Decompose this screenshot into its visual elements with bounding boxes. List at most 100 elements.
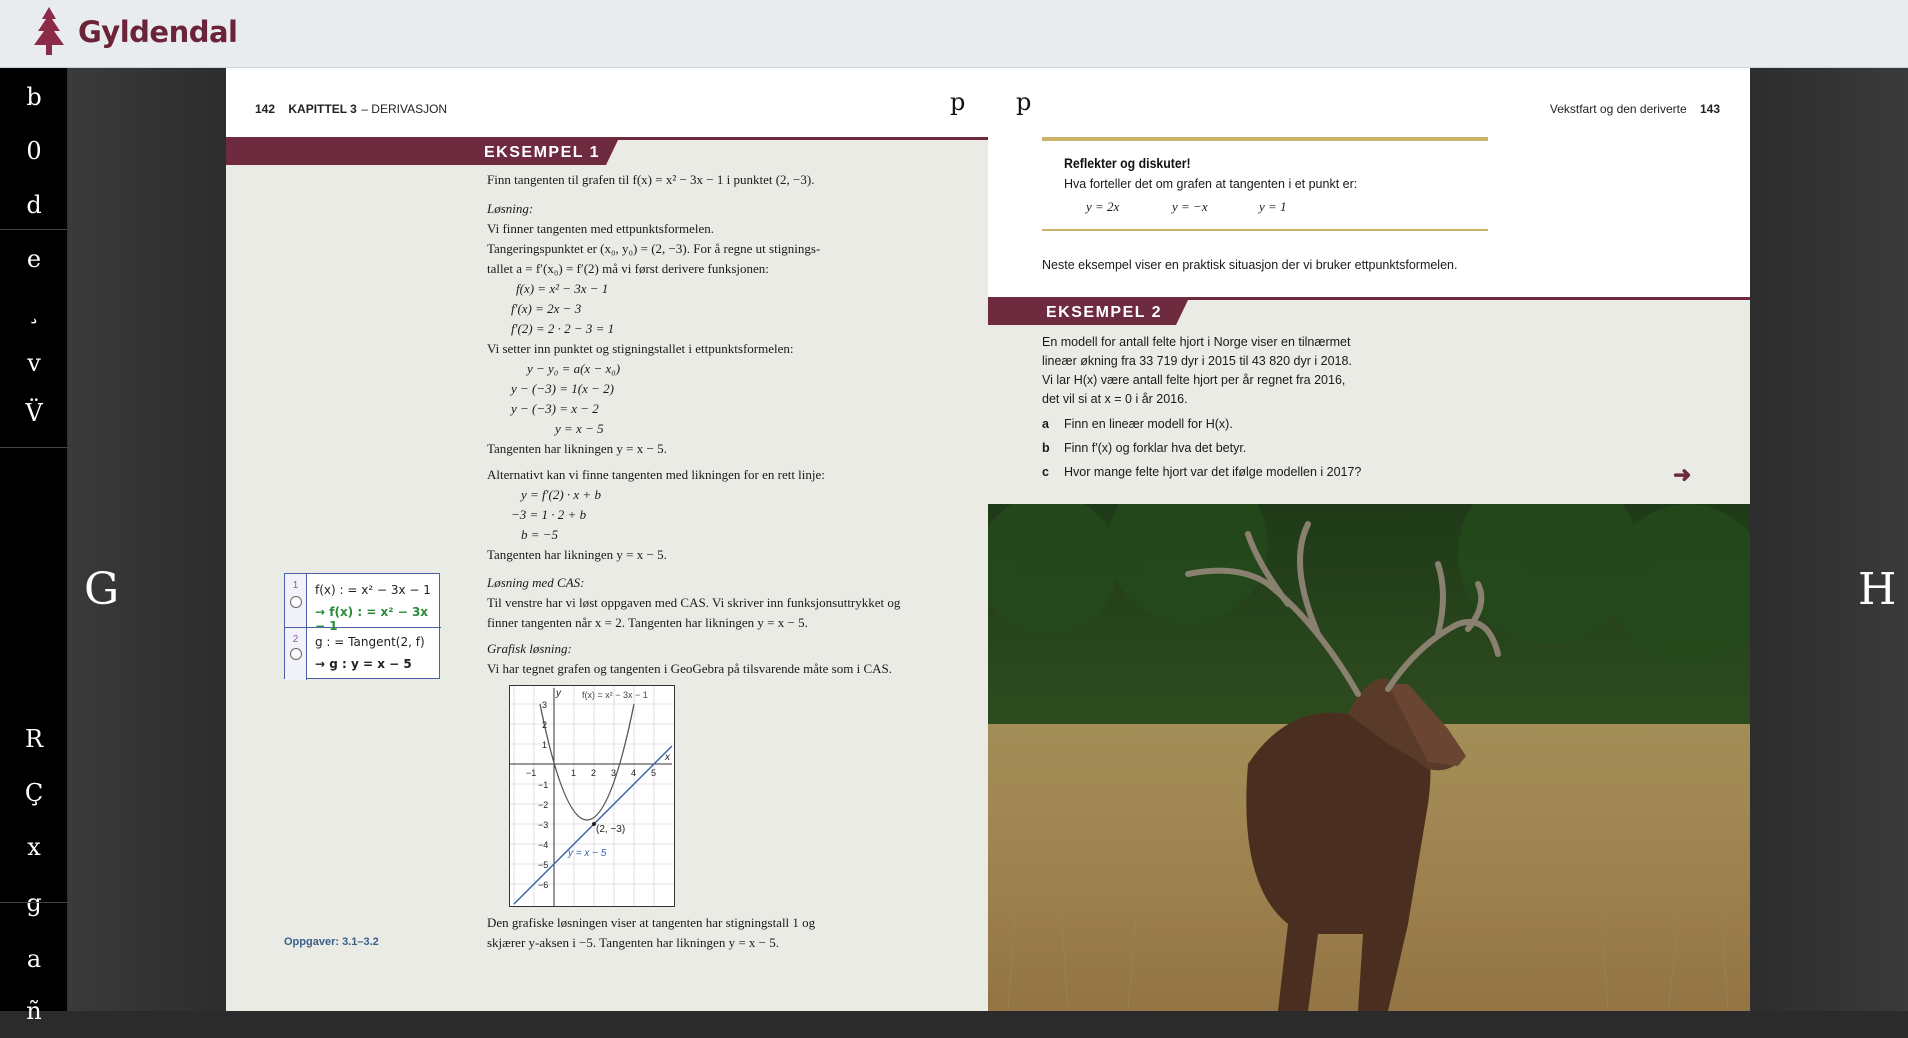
text-line: Tangeringspunktet er (x₀, y₀) = (2, −3).… — [487, 241, 821, 256]
sidebar-btn-g[interactable]: g — [0, 876, 68, 930]
equation: y − (−3) = 1(x − 2) — [511, 381, 614, 396]
text-line: Alternativt kan vi finne tangenten med l… — [487, 467, 825, 482]
reflect-option: y = −x — [1172, 199, 1208, 214]
page-number: 143 — [1699, 102, 1720, 116]
sidebar-btn-cedilla[interactable]: ¸ — [0, 284, 68, 338]
deer-photo — [988, 504, 1750, 1011]
point-label: (2, −3) — [596, 824, 625, 835]
running-head: Vekstfart og den deriverte 143 — [1550, 100, 1720, 118]
tick-label: −2 — [538, 800, 548, 810]
gyldendal-logo[interactable]: Gyldendal — [28, 4, 238, 60]
cas-window: 1 f(x) : = x² − 3x − 1 → f(x) : = x² − 3… — [284, 573, 441, 680]
sidebar-btn-v-dots[interactable]: V̈ — [0, 386, 68, 440]
radio-icon[interactable] — [290, 596, 302, 608]
sidebar-btn-v[interactable]: v — [0, 336, 68, 390]
graph-heading: Grafisk løsning: — [487, 641, 572, 656]
equation: −3 = 1 · 2 + b — [511, 507, 587, 522]
sidebar-divider — [0, 229, 68, 230]
reflect-box: Reflekter og diskuter! Hva forteller det… — [1042, 137, 1488, 231]
page-glyph: p — [1016, 88, 1032, 116]
tick-label: −1 — [538, 780, 548, 790]
cas-output: → g : y = x − 5 — [315, 657, 412, 671]
example-rule — [988, 297, 1750, 300]
sidebar-btn-0[interactable]: 0 — [0, 124, 68, 178]
radio-icon[interactable] — [290, 648, 302, 660]
sidebar-btn-c-cedilla[interactable]: Ç — [0, 766, 68, 820]
solution-heading: Løsning: — [487, 201, 534, 216]
example-band — [226, 140, 486, 165]
text-line: Tangenten har likningen y = x − 5. — [487, 547, 667, 562]
sidebar-btn-x[interactable]: x — [0, 820, 68, 874]
text-line: skjærer y-aksen i −5. Tangenten har likn… — [487, 935, 779, 950]
task-letter: b — [1042, 441, 1050, 455]
task-text: Finn f′(x) og forklar hva det betyr. — [1064, 441, 1247, 455]
cas-input[interactable]: f(x) : = x² − 3x − 1 — [315, 583, 431, 597]
text-line: Den grafiske løsningen viser at tangente… — [487, 915, 816, 930]
running-head-title: Vekstfart og den deriverte — [1549, 102, 1687, 116]
equation: y = f′(2) · x + b — [521, 487, 601, 502]
text-line: tallet a = f′(x₀) = f′(2) må vi først de… — [487, 261, 769, 276]
tick-label: −1 — [526, 768, 536, 778]
sidebar-btn-e[interactable]: e — [0, 232, 68, 286]
function-label: f(x) = x² − 3x − 1 — [582, 690, 648, 700]
tick-label: 2 — [542, 720, 547, 730]
text-line: Vi finner tangenten med ettpunktsformele… — [487, 221, 715, 236]
right-page: p Vekstfart og den deriverte 143 Reflekt… — [988, 68, 1750, 1011]
task-letter: c — [1042, 465, 1049, 479]
tick-label: −3 — [538, 820, 548, 830]
sidebar: b 0 d e ¸ v V̈ R Ç x g a ñ — [0, 68, 68, 1025]
reflect-option: y = 1 — [1259, 199, 1287, 214]
sidebar-btn-b[interactable]: b — [0, 70, 68, 124]
equation: y − (−3) = x − 2 — [511, 401, 599, 416]
cas-row: 1 f(x) : = x² − 3x − 1 → f(x) : = x² − 3… — [285, 574, 441, 633]
equation: f′(x) = 2x − 3 — [511, 301, 582, 316]
equation: f(x) = x² − 3x − 1 — [516, 281, 609, 296]
text-line: En modell for antall felte hjort i Norge… — [1042, 335, 1351, 349]
text-line: Vi setter inn punktet og stigningstallet… — [487, 341, 794, 356]
geogebra-graph: y x f(x) = x² − 3x − 1 (2, −3) y = x − 5… — [509, 685, 675, 907]
brand-name: Gyldendal — [78, 15, 238, 49]
running-head: 142 KAPITTEL 3 – DERIVASJON — [255, 100, 447, 118]
sidebar-divider — [0, 902, 68, 903]
text-line: Tangenten har likningen y = x − 5. — [487, 441, 667, 456]
text-line: Til venstre har vi løst oppgaven med CAS… — [487, 595, 901, 610]
task-text: Finn tangenten til grafen til f(x) = x² … — [487, 172, 815, 187]
tree-logo-icon — [34, 7, 64, 55]
text-line: det vil si at x = 0 i år 2016. — [1042, 392, 1188, 406]
sidebar-divider — [0, 447, 68, 448]
text-line: Vi har tegnet grafen og tangenten i GeoG… — [487, 661, 892, 676]
next-page-button[interactable]: H — [1858, 564, 1896, 615]
arrow-right-icon[interactable]: ➜ — [1673, 462, 1691, 488]
tick-label: 3 — [542, 700, 547, 710]
task-text: Hvor mange felte hjort var det ifølge mo… — [1064, 465, 1362, 479]
tick-label: −4 — [538, 840, 548, 850]
graph-svg: y x f(x) = x² − 3x − 1 (2, −3) y = x − 5… — [510, 686, 674, 906]
sidebar-btn-r[interactable]: R — [0, 712, 68, 766]
text-line: lineær økning fra 33 719 dyr i 2015 til … — [1042, 354, 1352, 368]
sidebar-btn-d[interactable]: d — [0, 178, 68, 232]
sidebar-btn-n-tilde[interactable]: ñ — [0, 984, 68, 1038]
example-2-label: EKSEMPEL 2 — [1028, 300, 1188, 325]
tick-label: 4 — [631, 768, 636, 778]
equation: y − y₀ = a(x − x₀) — [527, 361, 621, 376]
left-page: 142 KAPITTEL 3 – DERIVASJON p EKSEMPEL 1… — [226, 68, 988, 1011]
prev-page-button[interactable]: G — [84, 564, 119, 615]
cas-input[interactable]: g : = Tangent(2, f) — [315, 635, 425, 649]
tick-label: 3 — [611, 768, 616, 778]
intro-text: Neste eksempel viser en praktisk situasj… — [1042, 258, 1458, 272]
cas-heading: Løsning med CAS: — [487, 575, 585, 590]
tick-label: 5 — [651, 768, 656, 778]
chapter-label: KAPITTEL 3 — [288, 102, 357, 116]
page-header: 142 KAPITTEL 3 – DERIVASJON p — [226, 68, 988, 138]
exercises-link[interactable]: Oppgaver: 3.1–3.2 — [284, 936, 379, 948]
task-letter: a — [1042, 417, 1049, 431]
x-axis-label: x — [664, 752, 671, 763]
sidebar-btn-a[interactable]: a — [0, 932, 68, 986]
page-number: 142 — [255, 102, 276, 116]
tick-label: 1 — [542, 740, 547, 750]
task-text: Finn en lineær modell for H(x). — [1064, 417, 1233, 431]
y-axis-label: y — [555, 688, 562, 699]
tick-label: −5 — [538, 860, 548, 870]
page-glyph: p — [950, 88, 966, 116]
text-line: Vi lar H(x) være antall felte hjort per … — [1042, 373, 1346, 387]
